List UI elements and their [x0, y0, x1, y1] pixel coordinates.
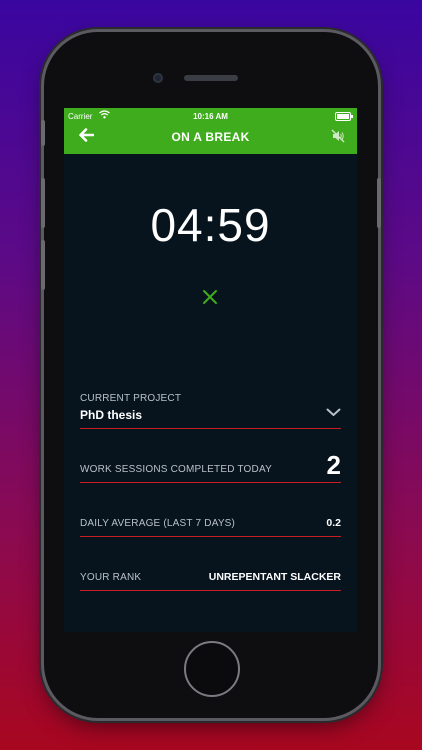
home-button[interactable] — [184, 641, 240, 697]
current-project-row[interactable]: CURRENT PROJECT PhD thesis — [80, 390, 341, 429]
power-button — [377, 178, 381, 228]
front-camera — [153, 73, 163, 83]
daily-average-label: DAILY AVERAGE (LAST 7 DAYS) — [80, 518, 236, 529]
break-timer: 04:59 — [150, 199, 271, 251]
sessions-count: 2 — [326, 450, 341, 480]
app-screen: Carrier 10:16 AM ON A BREAK 04:59 CURREN… — [64, 108, 357, 632]
volume-down-button — [41, 240, 45, 290]
mute-switch — [41, 120, 45, 146]
sessions-label: WORK SESSIONS COMPLETED TODAY — [80, 464, 272, 475]
volume-up-button — [41, 178, 45, 228]
daily-average-row: DAILY AVERAGE (LAST 7 DAYS) 0.2 — [80, 512, 341, 537]
nav-bar: Carrier 10:16 AM ON A BREAK — [64, 108, 357, 154]
current-project-label: CURRENT PROJECT — [80, 393, 182, 404]
battery-icon — [335, 112, 353, 121]
earpiece-speaker — [184, 75, 238, 81]
status-bar: Carrier 10:16 AM — [64, 110, 357, 124]
close-icon[interactable] — [201, 288, 219, 311]
rank-value: UNREPENTANT SLACKER — [208, 571, 341, 583]
page-title: ON A BREAK — [171, 130, 250, 144]
status-time: 10:16 AM — [193, 112, 228, 121]
rank-row: YOUR RANK UNREPENTANT SLACKER — [80, 566, 341, 591]
current-project-value: PhD thesis — [80, 408, 143, 422]
sessions-row: WORK SESSIONS COMPLETED TODAY 2 — [80, 448, 341, 483]
rank-label: YOUR RANK — [80, 572, 142, 583]
chevron-down-icon[interactable] — [326, 404, 341, 422]
speaker-muted-icon[interactable] — [331, 129, 345, 148]
daily-average-value: 0.2 — [326, 517, 341, 529]
